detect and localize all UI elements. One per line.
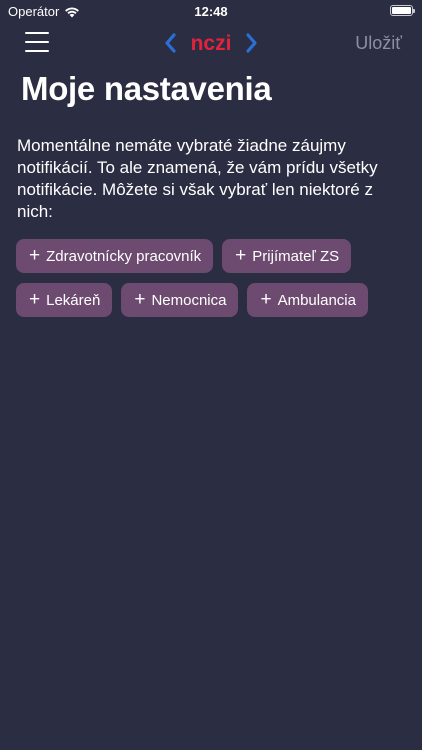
battery-full-icon [390,5,415,16]
logo-text: nczi [191,32,232,55]
chip-outpatient-clinic[interactable]: + Ambulancia [247,283,368,317]
chip-label: Nemocnica [151,291,227,309]
chip-pharmacy[interactable]: + Lekáreň [16,283,113,317]
page-title: Moje nastavenia [21,70,272,107]
menu-line [25,50,49,52]
menu-line [25,32,49,34]
status-bar: Operátor 12:48 [0,0,422,22]
interest-chips: + Zdravotnícky pracovník + Prijímateľ ZS… [16,239,411,317]
hamburger-menu-icon[interactable] [25,32,49,52]
menu-line [25,41,49,43]
plus-icon: + [260,289,272,310]
plus-icon: + [134,289,146,310]
plus-icon: + [235,245,247,266]
chip-label: Zdravotnícky pracovník [46,247,202,265]
chip-label: Ambulancia [277,291,356,309]
intro-text: Momentálne nemáte vybraté žiadne záujmy … [17,136,378,221]
plus-icon: + [29,289,41,310]
chip-care-recipient[interactable]: + Prijímateľ ZS [222,239,352,273]
nav-bar: nczi Uložiť [0,24,422,64]
chip-hospital[interactable]: + Nemocnica [121,283,239,317]
nczi-logo: nczi [165,32,257,55]
battery-level [392,7,411,14]
settings-screen: Operátor 12:48 nczi Uložiť Moje nastaven… [0,0,422,750]
plus-icon: + [29,245,41,266]
chip-healthcare-worker[interactable]: + Zdravotnícky pracovník [16,239,214,273]
status-time: 12:48 [194,4,228,19]
chip-label: Prijímateľ ZS [252,247,340,265]
chip-label: Lekáreň [46,291,101,309]
save-button[interactable]: Uložiť [355,33,402,54]
